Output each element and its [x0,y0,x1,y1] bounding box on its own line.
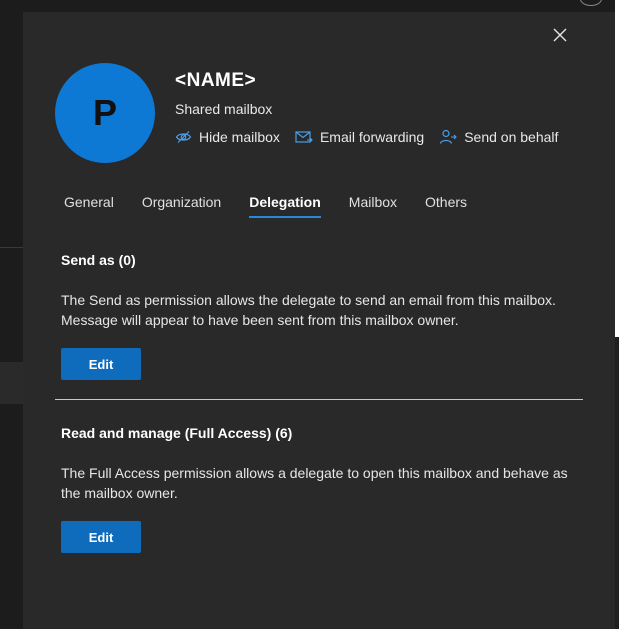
avatar-initial: P [92,92,117,133]
mailbox-actions: Hide mailbox Email forwarding Send on be… [175,129,573,145]
tab-mailbox[interactable]: Mailbox [349,194,397,218]
send-as-description: The Send as permission allows the delega… [61,292,556,328]
avatar: P [55,63,155,163]
background-edge-lower [615,337,619,629]
hide-mailbox-icon [175,131,192,143]
tab-organization[interactable]: Organization [142,194,221,218]
close-icon [553,28,567,42]
close-button[interactable] [551,26,569,44]
hide-mailbox-label: Hide mailbox [199,129,280,145]
email-forwarding-button[interactable]: Email forwarding [295,129,424,145]
email-forwarding-label: Email forwarding [319,129,425,145]
background-edge [615,0,619,337]
background-divider [0,247,23,248]
tab-delegation[interactable]: Delegation [249,194,321,218]
mailbox-details-panel: P <NAME> Shared mailbox Hide mailbox Ema… [23,12,615,629]
mailbox-name: <NAME> [175,70,257,91]
send-as-title: Send as (0) [61,252,136,268]
section-divider [55,399,583,400]
full-access-description: The Full Access permission allows a dele… [61,465,568,501]
mailbox-type: Shared mailbox [175,101,273,117]
tab-others[interactable]: Others [425,194,467,218]
hide-mailbox-button[interactable]: Hide mailbox [175,129,280,145]
full-access-title: Read and manage (Full Access) (6) [61,425,293,441]
send-on-behalf-icon [440,129,457,144]
send-on-behalf-button[interactable]: Send on behalf [439,129,558,145]
tab-general[interactable]: General [64,194,114,218]
send-on-behalf-label: Send on behalf [464,129,559,145]
send-as-edit-button[interactable]: Edit [61,348,141,380]
background-row [0,362,23,404]
full-access-edit-button[interactable]: Edit [61,521,141,553]
email-forwarding-icon [295,131,313,143]
tab-bar: General Organization Delegation Mailbox … [64,194,495,218]
